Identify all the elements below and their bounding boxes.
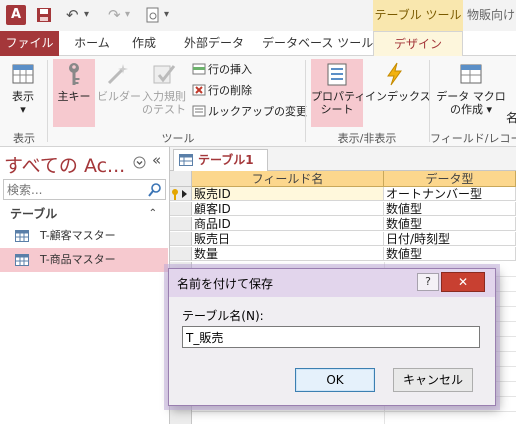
delete-rows-icon <box>192 84 206 96</box>
nav-item-product-master[interactable]: T-商品マスター <box>0 248 168 272</box>
data-type-cell[interactable]: 日付/時刻型 <box>384 232 516 246</box>
save-as-dialog: 名前を付けて保存 ? ✕ テーブル名(N): OK キャンセル <box>168 268 496 406</box>
key-icon <box>69 63 80 85</box>
ribbon: 表示 ▾ 主キー ビルダー 入力規則 のテスト 行の挿入 行の削除 ルックアップの変… <box>0 56 516 147</box>
table-icon <box>15 254 29 266</box>
nav-item-customer-master[interactable]: T-顧客マスター <box>0 224 168 248</box>
table-icon <box>179 154 193 166</box>
tab-database-tools[interactable]: データベース ツール <box>262 31 373 56</box>
tab-external-data[interactable]: 外部データ <box>178 31 250 56</box>
search-icon[interactable] <box>147 182 163 198</box>
row-selector[interactable] <box>170 202 192 216</box>
grid-corner <box>170 171 192 187</box>
primary-key-button[interactable]: 主キー <box>53 59 95 127</box>
row-selector[interactable] <box>170 217 192 231</box>
nav-search-input[interactable] <box>4 180 144 199</box>
group-separator <box>47 60 48 142</box>
collapse-section-icon[interactable]: ⌃ <box>149 204 157 224</box>
delete-rows-button[interactable]: 行の削除 <box>192 82 252 100</box>
group-label-show-hide: 表示/非表示 <box>337 132 397 145</box>
cut-off-ribbon-label: 名 <box>506 111 516 125</box>
table-name-input[interactable] <box>182 326 480 348</box>
document-tab-table1[interactable]: テーブル1 <box>173 149 268 172</box>
close-button[interactable]: ✕ <box>441 272 485 292</box>
create-data-macros-button[interactable]: データ マクロ の作成 ▾ <box>434 59 508 127</box>
tab-home[interactable]: ホーム <box>72 31 112 56</box>
lookup-icon <box>192 105 206 117</box>
indexes-lightning-icon <box>387 62 402 86</box>
property-sheet-button[interactable]: プロパティ シート <box>311 59 365 127</box>
help-button[interactable]: ? <box>417 273 439 291</box>
shutter-bar-close-icon[interactable]: « <box>152 151 161 169</box>
redo-dropdown-icon[interactable]: ▾ <box>125 4 130 26</box>
row-selector[interactable] <box>170 232 192 246</box>
insert-rows-button[interactable]: 行の挿入 <box>192 61 252 79</box>
redo-icon[interactable]: ↷ <box>108 4 121 26</box>
document-tab-bar: テーブル1 <box>170 147 516 172</box>
row-selector[interactable] <box>170 187 192 201</box>
data-macro-icon <box>460 64 482 84</box>
field-name-cell[interactable]: 商品ID <box>192 217 384 231</box>
dialog-title: 名前を付けて保存 <box>177 277 274 291</box>
view-icon <box>12 64 34 84</box>
primary-key-row-icon <box>172 189 187 200</box>
tab-design[interactable]: デザイン <box>373 31 463 57</box>
table-tools-header: テーブル ツール <box>373 0 463 31</box>
access-app-icon[interactable]: A <box>6 5 26 25</box>
data-type-cell[interactable]: 数値型 <box>384 247 516 261</box>
nav-section-tables[interactable]: テーブル ⌃ <box>0 204 169 224</box>
nav-dropdown-icon[interactable] <box>133 156 146 169</box>
navigation-pane: すべての Ac... « テーブル ⌃ T-顧客マスター T-商品マスター <box>0 147 170 424</box>
group-label-views: 表示 <box>13 132 35 145</box>
cancel-button[interactable]: キャンセル <box>393 368 473 392</box>
insert-rows-icon <box>192 63 206 75</box>
undo-icon[interactable]: ↶ <box>66 4 79 26</box>
field-name-cell[interactable]: 販売日 <box>192 232 384 246</box>
data-type-cell[interactable]: 数値型 <box>384 217 516 231</box>
ribbon-tabs: ファイル ホーム 作成 外部データ データベース ツール デザイン <box>0 31 516 57</box>
data-type-cell[interactable]: オートナンバー型 <box>384 187 516 201</box>
row-selector[interactable] <box>170 247 192 261</box>
nav-search-box <box>3 179 166 200</box>
title-bar: A ↶ ▾ ↷ ▾ ▾ テーブル ツール 物販向け <box>0 0 516 31</box>
nav-pane-title[interactable]: すべての Ac... <box>4 151 125 178</box>
qat-customize-icon[interactable]: ▾ <box>164 4 169 26</box>
test-validation-rules-button[interactable]: 入力規則 のテスト <box>139 59 189 127</box>
modify-lookups-button[interactable]: ルックアップの変更 <box>192 103 307 121</box>
field-name-cell[interactable]: 数量 <box>192 247 384 261</box>
column-header-field-name[interactable]: フィールド名 <box>192 171 384 187</box>
print-preview-icon[interactable] <box>146 4 160 26</box>
tab-create[interactable]: 作成 <box>124 31 164 56</box>
undo-dropdown-icon[interactable]: ▾ <box>84 4 89 26</box>
tab-file[interactable]: ファイル <box>0 31 59 56</box>
ok-button[interactable]: OK <box>295 368 375 392</box>
builder-wand-icon <box>107 64 128 85</box>
field-name-cell[interactable]: 顧客ID <box>192 202 384 216</box>
grid-line <box>192 411 516 412</box>
validation-check-icon <box>153 65 176 84</box>
group-label-tools: ツール <box>161 132 195 145</box>
group-label-field-record-events: フィールド/レコード/ <box>430 132 516 144</box>
dialog-title-bar[interactable]: 名前を付けて保存 ? ✕ <box>169 269 495 297</box>
indexes-button[interactable]: インデックス <box>365 59 431 127</box>
property-sheet-icon <box>327 63 347 86</box>
field-name-cell[interactable]: 販売ID <box>192 187 384 201</box>
table-icon <box>15 230 29 242</box>
save-icon[interactable] <box>36 4 52 26</box>
column-header-data-type[interactable]: データ型 <box>384 171 516 187</box>
window-title: 物販向け <box>467 8 516 22</box>
builder-button[interactable]: ビルダー <box>97 59 141 127</box>
view-button[interactable]: 表示 ▾ <box>4 59 42 127</box>
data-type-cell[interactable]: 数値型 <box>384 202 516 216</box>
table-name-label: テーブル名(N): <box>182 309 264 323</box>
